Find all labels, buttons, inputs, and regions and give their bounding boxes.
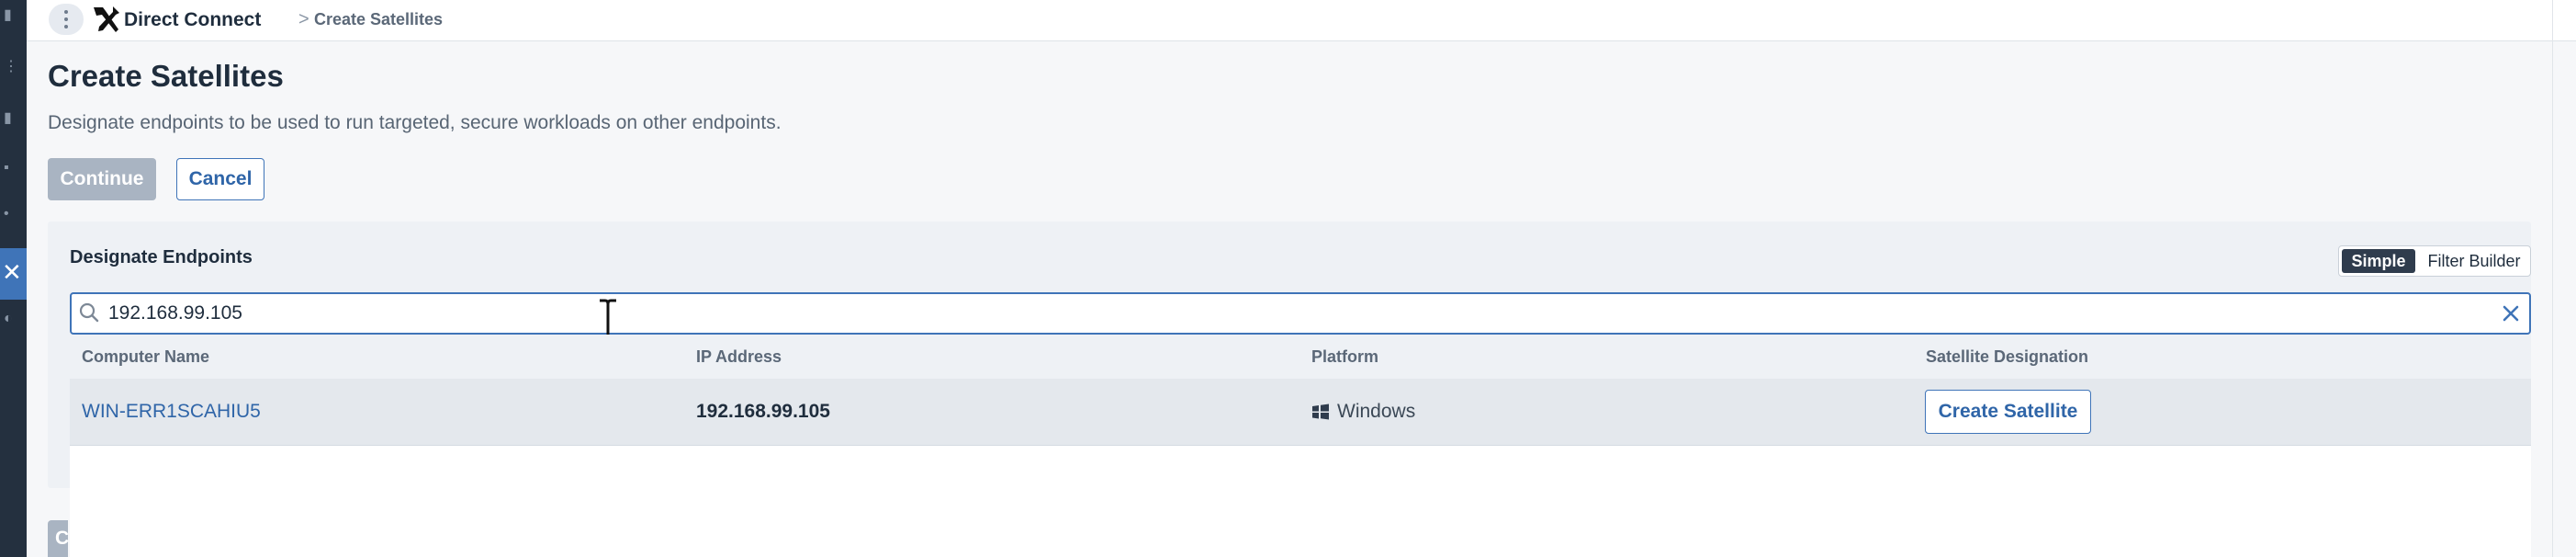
nav-item-direct-connect[interactable]: ✕ — [0, 248, 27, 300]
page-description: Designate endpoints to be used to run ta… — [48, 112, 782, 133]
scroll-edge — [2552, 0, 2553, 557]
windows-icon — [1312, 404, 1329, 420]
breadcrumb-app-name[interactable]: Direct Connect — [124, 9, 261, 31]
column-header-satellite-designation[interactable]: Satellite Designation — [1926, 347, 2088, 367]
column-header-ip-address[interactable]: IP Address — [696, 347, 782, 367]
platform-cell: Windows — [1337, 401, 1416, 422]
nav-icon-3[interactable]: ▮ — [4, 111, 15, 126]
computer-name-link[interactable]: WIN-ERR1SCAHIU5 — [82, 401, 261, 423]
clear-icon[interactable] — [2500, 302, 2522, 324]
breadcrumb-current: Create Satellites — [314, 10, 444, 28]
create-satellite-button[interactable]: Create Satellite — [1925, 390, 2091, 434]
menu-dots-button[interactable] — [49, 4, 84, 35]
menu-dot — [64, 17, 68, 21]
menu-dots-icon — [64, 10, 68, 14]
column-header-computer-name[interactable]: Computer Name — [82, 347, 209, 367]
table-header: Computer Name IP Address Platform Satell… — [70, 335, 2531, 379]
column-header-platform[interactable]: Platform — [1311, 347, 1378, 367]
nav-icon-5[interactable]: • — [4, 207, 15, 222]
left-nav-rail: ▮ ⋮ ▮ ▪ • ✕ ◐ — [0, 0, 27, 557]
nav-icon-4[interactable]: ▪ — [4, 161, 15, 176]
mode-toggle: Simple Filter Builder — [2338, 245, 2531, 277]
panel-title: Designate Endpoints — [70, 247, 253, 267]
page-title: Create Satellites — [48, 59, 284, 93]
top-bar: Direct Connect > Create Satellites — [27, 0, 2576, 41]
endpoints-table: Computer Name IP Address Platform Satell… — [70, 335, 2531, 557]
tools-icon: ✕ — [2, 259, 22, 287]
table-row[interactable]: WIN-ERR1SCAHIU5 192.168.99.105 Windows C… — [70, 379, 2531, 446]
toggle-filter-builder[interactable]: Filter Builder — [2420, 249, 2528, 273]
menu-dot — [64, 25, 68, 28]
continue-button[interactable]: Continue — [48, 158, 156, 200]
nav-icon-1[interactable]: ▮ — [4, 8, 15, 23]
breadcrumb-separator: > — [298, 9, 309, 29]
nav-icon-6[interactable]: ◐ — [4, 312, 15, 326]
toggle-simple[interactable]: Simple — [2342, 249, 2415, 273]
partial-button-label: C — [55, 528, 70, 549]
search-icon — [79, 302, 99, 323]
ip-address-cell: 192.168.99.105 — [696, 401, 830, 422]
cancel-button[interactable]: Cancel — [176, 158, 264, 200]
partial-continue-button[interactable]: C — [48, 520, 70, 557]
search-input[interactable] — [108, 299, 2459, 328]
nav-icon-2[interactable]: ⋮ — [4, 60, 18, 74]
direct-connect-icon — [94, 6, 119, 32]
